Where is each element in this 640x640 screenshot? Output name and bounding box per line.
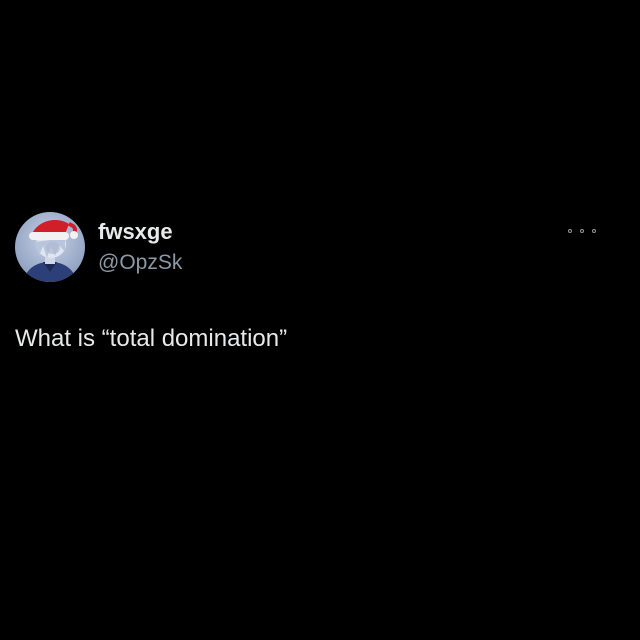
tweet-card: fwsxge @OpzSk What is “total domination” (0, 0, 640, 640)
avatar-image (15, 212, 85, 282)
more-options-icon[interactable] (568, 222, 596, 240)
more-dot (580, 229, 584, 233)
more-dot (592, 229, 596, 233)
tweet-text: What is “total domination” (15, 325, 288, 352)
more-dot (568, 229, 572, 233)
author-display-name[interactable]: fwsxge (98, 218, 173, 246)
author-handle[interactable]: @OpzSk (98, 249, 182, 277)
author-avatar[interactable] (15, 212, 85, 282)
